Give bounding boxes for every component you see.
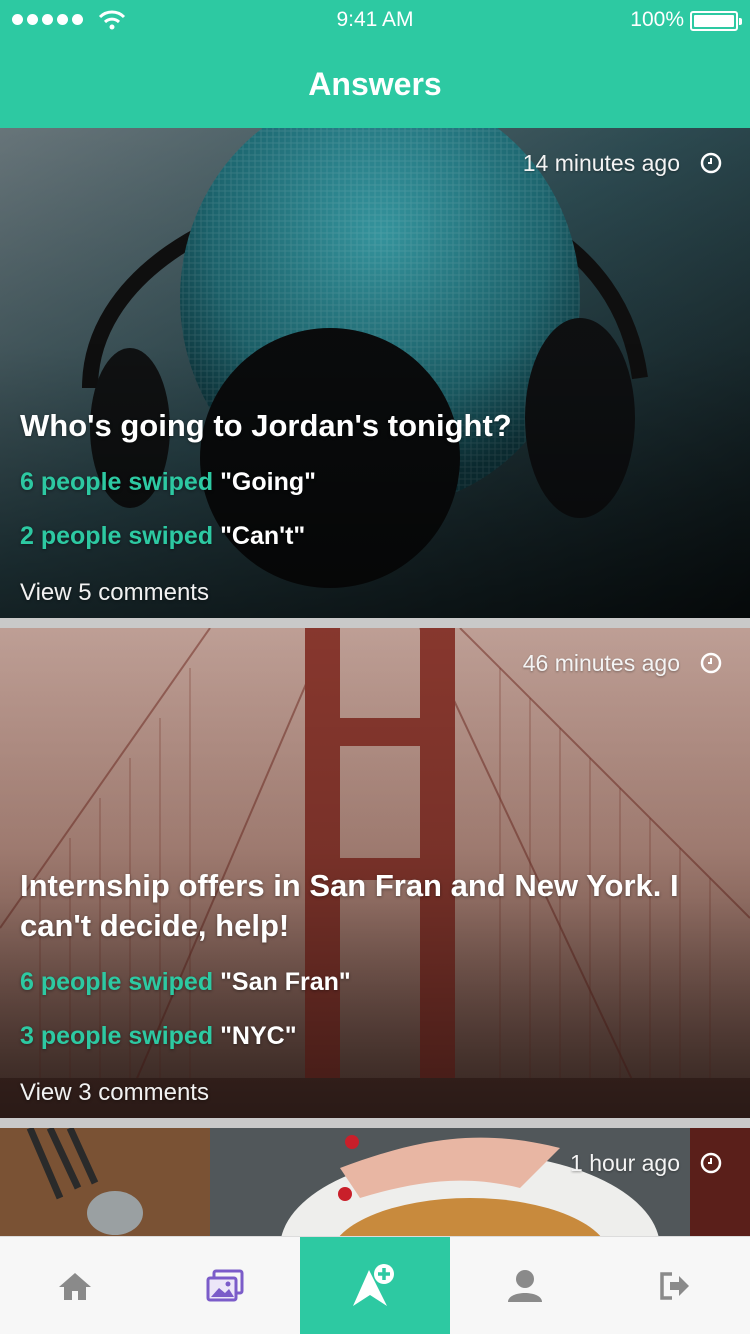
question-title: Internship offers in San Fran and New Yo… <box>20 868 679 943</box>
tab-home[interactable] <box>0 1237 150 1334</box>
swipe-count: 6 people swiped <box>20 968 214 996</box>
swipe-answer: "Going" <box>220 468 316 496</box>
page-title: Answers <box>308 65 442 102</box>
status-bar: 9:41 AM 100% <box>0 0 750 40</box>
tab-ask[interactable] <box>300 1237 450 1334</box>
card-photo-food <box>0 1128 750 1236</box>
clock-icon <box>700 1152 722 1174</box>
clock-icon <box>700 652 722 674</box>
nav-bar: Answers <box>0 40 750 128</box>
photos-icon <box>206 1269 244 1302</box>
logout-icon <box>660 1272 689 1300</box>
tab-photos[interactable] <box>150 1237 300 1334</box>
profile-icon <box>508 1270 542 1302</box>
question-title: Who's going to Jordan's tonight? <box>20 408 512 443</box>
answers-feed[interactable]: 14 minutes ago Who's going to Jordan's t… <box>0 128 750 1236</box>
swipe-result: 6 people swiped "San Fran" <box>20 968 351 997</box>
home-icon <box>59 1273 91 1300</box>
post-timestamp: 14 minutes ago <box>522 150 680 176</box>
battery-icon <box>690 11 742 31</box>
tab-bar <box>0 1236 750 1334</box>
tab-logout[interactable] <box>600 1237 750 1334</box>
view-comments-link[interactable]: View 3 comments <box>20 1079 209 1107</box>
clock-icon <box>700 152 722 174</box>
swipe-result: 3 people swiped "NYC" <box>20 1022 297 1051</box>
tab-profile[interactable] <box>450 1237 600 1334</box>
swipe-result: 2 people swiped "Can't" <box>20 522 305 551</box>
post-timestamp: 1 hour ago <box>570 1150 680 1176</box>
ask-icon <box>353 1264 394 1306</box>
swipe-answer: "NYC" <box>220 1022 297 1050</box>
answer-card[interactable]: 1 hour ago <box>0 1128 750 1236</box>
swipe-answer: "San Fran" <box>220 968 351 996</box>
answer-card[interactable]: 14 minutes ago Who's going to Jordan's t… <box>0 128 750 618</box>
swipe-count: 6 people swiped <box>20 468 214 496</box>
swipe-answer: "Can't" <box>220 522 306 550</box>
swipe-count: 3 people swiped <box>20 1022 214 1050</box>
answer-card[interactable]: 46 minutes ago Internship offers in San … <box>0 628 750 1118</box>
battery-percentage: 100% <box>630 8 684 31</box>
post-timestamp: 46 minutes ago <box>522 650 680 676</box>
view-comments-link[interactable]: View 5 comments <box>20 579 209 607</box>
swipe-count: 2 people swiped <box>20 522 214 550</box>
swipe-result: 6 people swiped "Going" <box>20 468 316 497</box>
